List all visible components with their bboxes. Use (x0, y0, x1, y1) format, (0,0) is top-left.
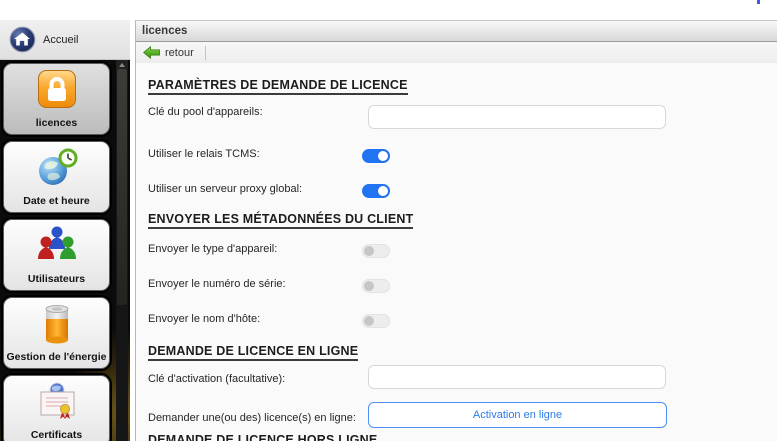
sidebar-item-label: Date et heure (23, 195, 90, 207)
send-hostname-toggle[interactable] (362, 314, 390, 328)
toggle-knob (364, 316, 374, 326)
sidebar-menu: licences Date et heure (0, 60, 130, 441)
licences-content: PARAMÈTRES DE DEMANDE DE LICENCE Clé du … (136, 63, 777, 441)
global-proxy-label: Utiliser un serveur proxy global: (148, 183, 302, 196)
device-type-label: Envoyer le type d'appareil: (148, 243, 277, 256)
online-activation-button[interactable]: Activation en ligne (368, 402, 667, 428)
send-device-type-toggle[interactable] (362, 244, 390, 258)
activation-key-label: Clé d'activation (facultative): (148, 373, 285, 386)
back-button[interactable]: retour (140, 45, 197, 60)
sidebar-item-label: Utilisateurs (28, 273, 85, 285)
sidebar-item-date-heure[interactable]: Date et heure (3, 141, 110, 213)
device-pool-key-label: Clé du pool d'appareils: (148, 106, 263, 119)
send-serial-number-toggle[interactable] (362, 279, 390, 293)
home-label: Accueil (43, 34, 78, 46)
back-label: retour (165, 47, 194, 59)
scroll-up-arrow-icon[interactable] (116, 60, 128, 69)
tcms-relay-toggle[interactable] (362, 149, 390, 163)
sidebar-item-label: licences (36, 117, 77, 129)
section-title-licence-hors-ligne: DEMANDE DE LICENCE HORS LIGNE (148, 433, 377, 441)
request-online-licence-label: Demander une(ou des) licence(s) en ligne… (148, 412, 356, 425)
sidebar-home-button[interactable]: Accueil (0, 20, 130, 60)
tcms-relay-label: Utiliser le relais TCMS: (148, 148, 260, 161)
battery-icon (37, 303, 77, 345)
sidebar-item-label: Gestion de l'énergie (7, 351, 107, 363)
sidebar-scrollbar-thumb[interactable] (117, 69, 127, 305)
toggle-knob (378, 151, 388, 161)
globe-clock-icon (35, 147, 79, 187)
section-title-metadonnees: ENVOYER LES MÉTADONNÉES DU CLIENT (148, 212, 413, 229)
serial-number-label: Envoyer le numéro de série: (148, 278, 286, 291)
users-icon (35, 225, 79, 263)
toolbar-separator (205, 46, 206, 60)
home-icon (9, 26, 36, 53)
certificate-icon (37, 381, 77, 421)
licences-panel: licences retour PARAMÈTRES DE DEMANDE DE… (135, 20, 777, 441)
section-title-parametres: PARAMÈTRES DE DEMANDE DE LICENCE (148, 78, 408, 95)
sidebar: Accueil licences (0, 20, 130, 441)
panel-titlebar: licences (136, 21, 777, 42)
screen-artifact (757, 0, 760, 4)
panel-title: licences (142, 25, 187, 37)
section-title-licence-en-ligne: DEMANDE DE LICENCE EN LIGNE (148, 344, 358, 361)
sidebar-item-energie[interactable]: Gestion de l'énergie (3, 297, 110, 369)
sidebar-item-certificats[interactable]: Certificats (3, 375, 110, 441)
sidebar-item-licences[interactable]: licences (3, 63, 110, 135)
toggle-knob (378, 186, 388, 196)
device-pool-key-input[interactable] (368, 105, 666, 129)
panel-toolbar: retour (136, 42, 777, 63)
toggle-knob (364, 246, 374, 256)
sidebar-scrollbar[interactable] (116, 60, 128, 441)
hostname-label: Envoyer le nom d'hôte: (148, 313, 260, 326)
activation-key-input[interactable] (368, 365, 666, 389)
back-arrow-icon (143, 46, 160, 59)
sidebar-item-label: Certificats (31, 429, 82, 441)
toggle-knob (364, 281, 374, 291)
global-proxy-toggle[interactable] (362, 184, 390, 198)
lock-icon (37, 69, 77, 109)
sidebar-item-utilisateurs[interactable]: Utilisateurs (3, 219, 110, 291)
